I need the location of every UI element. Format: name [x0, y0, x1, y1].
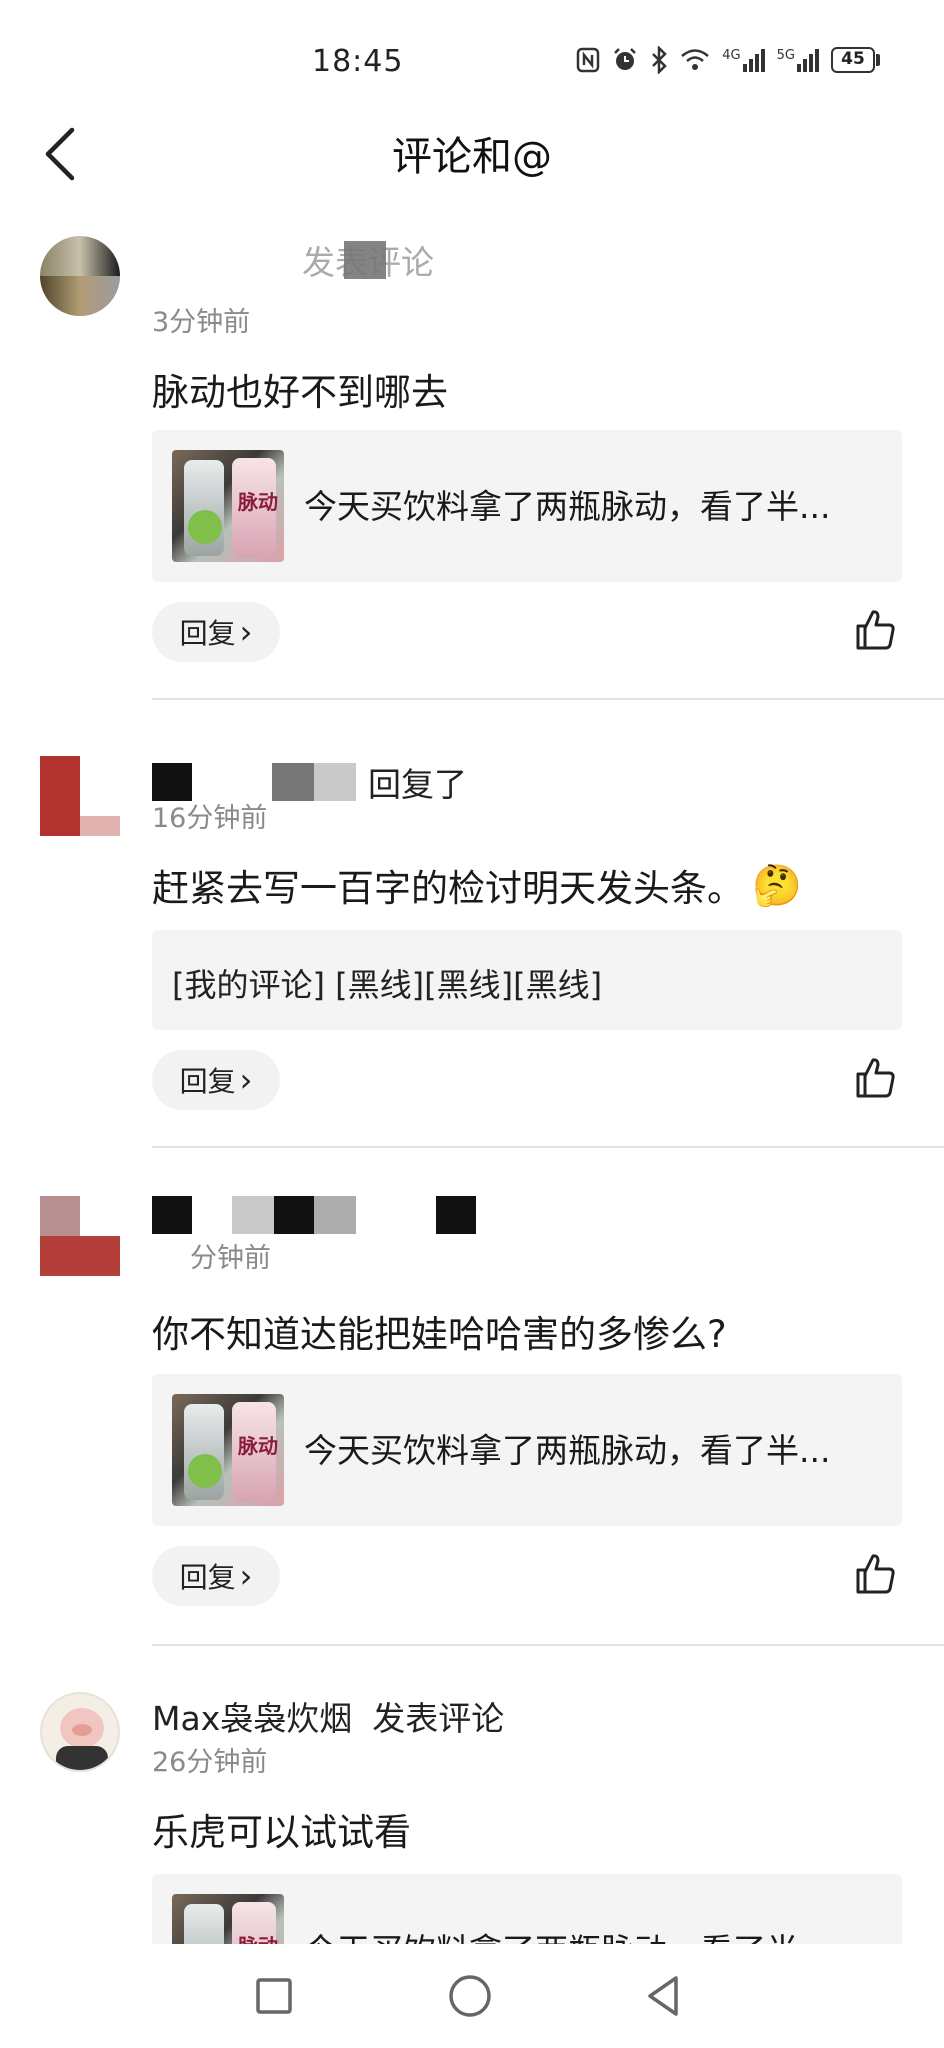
home-button[interactable] [446, 1972, 494, 2020]
thumb-label: 脉动 [238, 1930, 278, 1944]
avatar[interactable] [40, 236, 120, 316]
net-type-2: 5G [776, 47, 795, 63]
battery-icon: 45 [831, 47, 880, 73]
triangle-back-icon [648, 1976, 678, 2016]
status-icons: 4G 5G 45 [576, 46, 880, 74]
recents-button[interactable] [250, 1972, 298, 2020]
comment-text: 你不知道达能把娃哈哈害的多惨么? [152, 1313, 727, 1356]
divider [152, 1644, 944, 1646]
post-thumbnail: 脉动 [172, 1894, 284, 1944]
comment-header: Max袅袅炊烟 发表评论 [152, 1692, 504, 1740]
quoted-post-text: 今天买饮料拿了两瓶脉动，看了半... [304, 487, 831, 526]
quoted-comment[interactable]: [我的评论] [黑线][黑线][黑线] [152, 930, 902, 1030]
circle-icon [449, 1975, 491, 2017]
header: 评论和@ [0, 110, 944, 200]
quoted-post[interactable]: 脉动 今天买饮料拿了两瓶脉动，看了半... [152, 430, 902, 582]
comment-text: 乐虎可以试试看 [152, 1811, 411, 1854]
alarm-icon [614, 48, 637, 70]
post-thumbnail: 脉动 [172, 450, 284, 562]
reply-button[interactable]: 回复 › [152, 602, 280, 662]
comment-header: 发表评论 [152, 236, 434, 284]
quoted-post[interactable]: 脉动 今天买饮料拿了两瓶脉动，看了半... [152, 1874, 902, 1944]
avatar[interactable] [40, 1196, 120, 1276]
comment-username[interactable]: Max袅袅炊烟 [152, 1692, 352, 1740]
comment-action: 发表评论 [372, 1699, 505, 1738]
battery-level: 45 [831, 47, 875, 73]
page-title: 评论和@ [392, 134, 552, 180]
comment-item: 回复了 16分钟前 赶紧去写一百字的检讨明天发头条。 🤔 [我的评论] [黑线]… [0, 756, 944, 1148]
comment-time: 26分钟前 [152, 1747, 268, 1778]
like-button[interactable] [854, 1056, 898, 1100]
comment-text: 脉动也好不到哪去 [152, 371, 448, 414]
signal-4g-icon: 4G [722, 47, 765, 72]
like-button[interactable] [854, 1552, 898, 1596]
thinking-emoji-icon: 🤔 [752, 862, 802, 909]
comment-header [152, 1196, 476, 1234]
net-type-1: 4G [722, 47, 741, 63]
comment-item: 分钟前 你不知道达能把娃哈哈害的多惨么? 脉动 今天买饮料拿了两瓶脉动，看了半.… [0, 1196, 944, 1646]
wifi-icon [681, 49, 710, 70]
avatar[interactable] [40, 1692, 120, 1772]
comment-text: 赶紧去写一百字的检讨明天发头条。 🤔 [152, 858, 802, 912]
reply-button[interactable]: 回复 › [152, 1546, 280, 1606]
status-bar: 18:45 4G 5G 45 [0, 0, 944, 120]
comment-item: Max袅袅炊烟 发表评论 26分钟前 乐虎可以试试看 脉动 今天买饮料拿了两瓶脉… [0, 1692, 944, 1944]
thumb-label: 脉动 [238, 1434, 278, 1458]
comment-time: 分钟前 [190, 1243, 271, 1274]
comment-text-body: 赶紧去写一百字的检讨明天发头条。 [152, 867, 744, 910]
comment-item: 发表评论 3分钟前 脉动也好不到哪去 脉动 今天买饮料拿了两瓶脉动，看了半...… [0, 236, 944, 701]
comment-action: 回复了 [368, 765, 467, 804]
system-nav-bar [0, 1944, 944, 2048]
reply-label: 回复 [179, 1065, 236, 1098]
comment-time: 16分钟前 [152, 803, 268, 834]
thumbs-up-icon [856, 1058, 895, 1098]
divider [152, 1146, 944, 1148]
chevron-right-icon: › [239, 1061, 253, 1099]
thumbs-up-icon [856, 610, 895, 650]
reply-button[interactable]: 回复 › [152, 1050, 280, 1110]
square-icon [256, 1978, 292, 2014]
comment-time: 3分钟前 [152, 307, 251, 338]
signal-5g-icon: 5G [776, 47, 819, 72]
post-thumbnail: 脉动 [172, 1394, 284, 1506]
thumbs-up-icon [856, 1554, 895, 1594]
nfc-icon [577, 47, 600, 73]
status-time: 18:45 [312, 44, 404, 79]
thumb-label: 脉动 [238, 490, 278, 514]
avatar[interactable] [40, 756, 120, 836]
like-button[interactable] [854, 608, 898, 652]
divider [152, 698, 944, 700]
quoted-post-text: 今天买饮料拿了两瓶脉动，看了半... [304, 1431, 831, 1470]
quoted-comment-text: [我的评论] [黑线][黑线][黑线] [172, 966, 603, 1004]
reply-label: 回复 [179, 617, 236, 650]
chevron-right-icon: › [239, 1557, 253, 1595]
reply-label: 回复 [179, 1561, 236, 1594]
quoted-post-text: 今天买饮料拿了两瓶脉动，看了半... [304, 1924, 830, 1944]
back-nav-button[interactable] [640, 1972, 688, 2020]
quoted-post[interactable]: 脉动 今天买饮料拿了两瓶脉动，看了半... [152, 1374, 902, 1526]
bluetooth-icon [652, 46, 668, 74]
chevron-right-icon: › [239, 613, 253, 651]
